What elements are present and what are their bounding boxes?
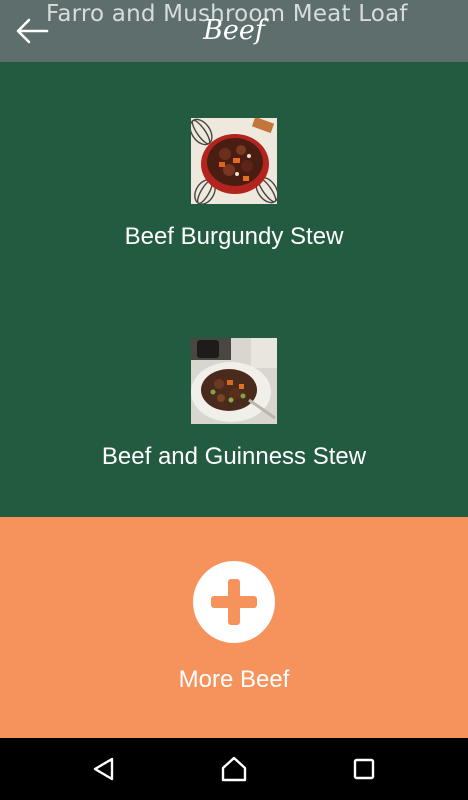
recipe-item-beef-and-guinness-stew[interactable]: Beef and Guinness Stew — [0, 328, 468, 528]
nav-home-button[interactable] — [214, 752, 254, 786]
nav-recents-icon — [353, 758, 375, 780]
nav-back-button[interactable] — [84, 752, 124, 786]
more-beef-button[interactable]: More Beef — [0, 517, 468, 738]
app-bar: Farro and Mushroom Meat Loaf Beef — [0, 0, 468, 62]
category-title: Beef — [203, 15, 265, 46]
system-nav-bar — [0, 738, 468, 800]
recipe-list: Beef Burgundy Stew Beef and Guinness Ste… — [0, 62, 468, 517]
nav-home-icon — [221, 756, 247, 782]
nav-recents-button[interactable] — [344, 752, 384, 786]
recipe-label: Beef and Guinness Stew — [101, 443, 367, 470]
recipe-label: Beef Burgundy Stew — [124, 223, 344, 250]
plus-icon — [193, 561, 275, 643]
nav-back-icon — [93, 757, 114, 781]
beef-burgundy-stew-photo — [191, 118, 277, 204]
recipe-item-beef-burgundy-stew[interactable]: Beef Burgundy Stew — [0, 108, 468, 308]
more-beef-label: More Beef — [178, 666, 290, 693]
beef-guinness-stew-photo — [191, 338, 277, 424]
